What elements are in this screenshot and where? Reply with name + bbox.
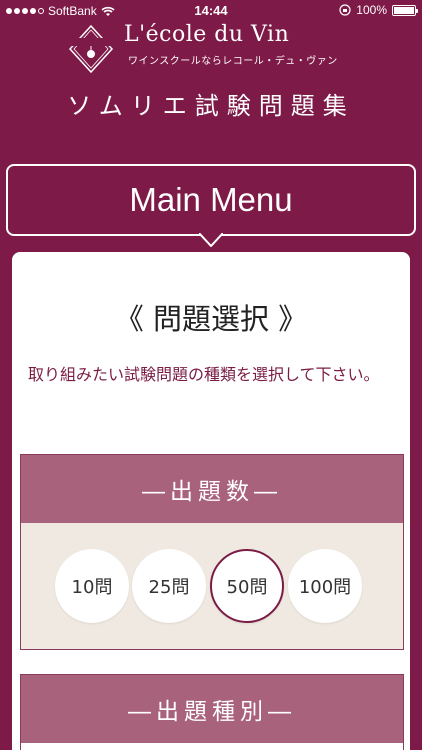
question-count-header: ―出題数―: [21, 455, 403, 523]
count-option-100[interactable]: 100問: [288, 549, 362, 623]
logo-wordmark: L'école du Vin: [124, 22, 290, 47]
count-option-10[interactable]: 10問: [55, 549, 129, 623]
diamond-emblem-icon: [68, 24, 114, 74]
header-logo: L'école du Vin ワインスクールならレコール・デュ・ヴァン: [0, 22, 422, 78]
section-title: 《 問題選択 》: [114, 302, 308, 336]
app-title: ソムリエ試験問題集: [67, 92, 355, 120]
count-option-50[interactable]: 50問: [210, 549, 284, 623]
rotation-lock-icon: [339, 4, 351, 16]
main-menu-header: Main Menu: [6, 164, 416, 236]
question-type-header: ―出題種別―: [21, 675, 403, 743]
question-count-panel: ―出題数― 10問 25問 50問 100問: [20, 454, 404, 650]
main-menu-label: Main Menu: [129, 181, 293, 218]
battery-percent: 100%: [356, 3, 387, 17]
count-option-25[interactable]: 25問: [132, 549, 206, 623]
menu-pointer-icon: [199, 233, 223, 247]
status-right: 100%: [339, 3, 418, 17]
battery-icon: [392, 4, 418, 16]
status-bar: SoftBank 14:44 100%: [0, 0, 422, 22]
logo-subtitle: ワインスクールならレコール・デュ・ヴァン: [128, 56, 338, 67]
question-count-options: 10問 25問 50問 100問: [21, 523, 403, 649]
instruction-text: 取り組みたい試験問題の種類を選択して下さい。: [28, 365, 380, 384]
question-type-panel: ―出題種別―: [20, 674, 404, 750]
